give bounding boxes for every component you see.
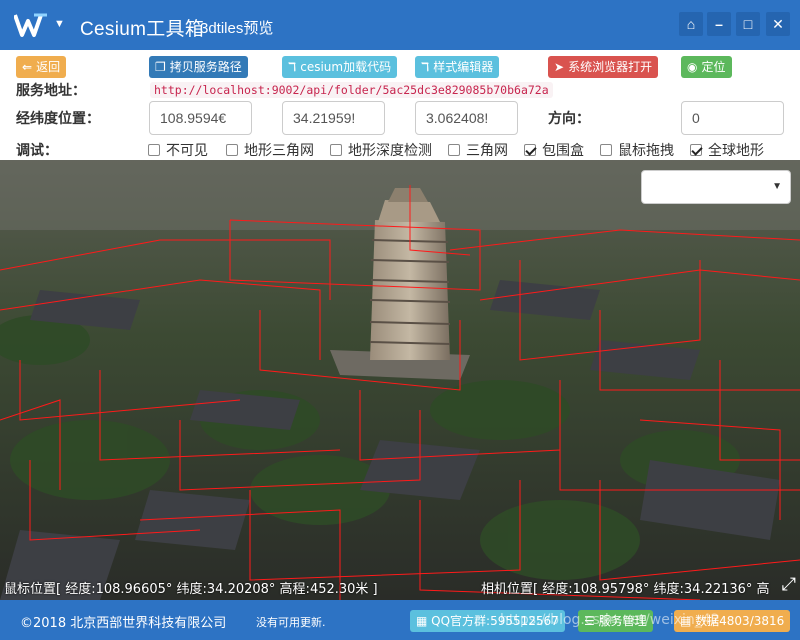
watermark: https://blog.csdn.net/weixin_42: [500, 612, 720, 628]
cesium-code-button[interactable]: ℸ cesium加载代码: [282, 56, 398, 78]
style-editor-button[interactable]: ℸ 样式编辑器: [415, 56, 500, 78]
send-icon: ➤: [554, 60, 565, 74]
target-icon: ◉: [687, 60, 698, 74]
update-status: 没有可用更新.: [256, 616, 326, 629]
menu-caret-icon[interactable]: ▼: [54, 18, 65, 30]
minimize-button[interactable]: –: [707, 12, 731, 36]
app-logo-icon[interactable]: [14, 11, 48, 39]
checkbox-box-checked[interactable]: [690, 144, 702, 156]
edit-icon: ℸ: [421, 60, 430, 74]
debug-wireframe-checkbox[interactable]: 三角网: [448, 140, 508, 160]
minimize-icon: –: [715, 16, 723, 32]
home-button[interactable]: ⌂: [679, 12, 703, 36]
chevron-down-icon: ▼: [772, 181, 782, 192]
heading-label: 方向：: [548, 111, 590, 127]
heading-input[interactable]: 0: [681, 101, 784, 135]
scene-canvas[interactable]: [0, 160, 800, 600]
debug-terrain-wireframe-checkbox[interactable]: 地形三角网: [226, 140, 314, 160]
height-input[interactable]: 3.062408!: [415, 101, 518, 135]
app-title: Cesium工具箱: [80, 19, 205, 40]
camera-position-readout: 相机位置[ 经度:108.95798° 纬度:34.22136° 高: [481, 582, 770, 597]
close-icon: ✕: [772, 16, 784, 32]
checkbox-box[interactable]: [600, 144, 612, 156]
footer-bar: ©2018 北京西部世界科技有限公司 没有可用更新. ▦ QQ官方群:59551…: [0, 600, 800, 640]
back-button[interactable]: ⇐ 返回: [16, 56, 67, 78]
fullscreen-icon[interactable]: ⤢: [782, 574, 796, 595]
service-label: 服务地址：: [16, 83, 86, 99]
home-icon: ⌂: [686, 16, 696, 32]
layer-select[interactable]: ▼: [641, 170, 791, 204]
longitude-input[interactable]: 108.9594€: [149, 101, 252, 135]
lonlat-label: 经纬度位置：: [16, 111, 100, 127]
locate-button[interactable]: ◉ 定位: [681, 56, 732, 78]
debug-label: 调试：: [16, 143, 58, 159]
open-browser-button[interactable]: ➤ 系统浏览器打开: [548, 56, 659, 78]
checkbox-box[interactable]: [148, 144, 160, 156]
maximize-icon: □: [743, 16, 753, 32]
copyright-text: ©2018 北京西部世界科技有限公司: [20, 616, 227, 631]
checkbox-box-checked[interactable]: [524, 144, 536, 156]
title-bar: ▼ Cesium工具箱 3dtiles预览 ⌂ – □ ✕: [0, 0, 800, 50]
copy-path-button[interactable]: ❐ 拷贝服务路径: [149, 56, 248, 78]
code-icon: ℸ: [288, 60, 297, 74]
cesium-3d-viewer[interactable]: ▼ 鼠标位置[ 经度:108.96605° 纬度:34.20208° 高程:45…: [0, 160, 800, 600]
checkbox-box[interactable]: [226, 144, 238, 156]
mouse-position-readout: 鼠标位置[ 经度:108.96605° 纬度:34.20208° 高程:452.…: [4, 582, 378, 597]
debug-global-terrain-checkbox[interactable]: 全球地形: [690, 140, 764, 160]
maximize-button[interactable]: □: [736, 12, 760, 36]
debug-bounding-box-checkbox[interactable]: 包围盒: [524, 140, 584, 160]
debug-mouse-drag-checkbox[interactable]: 鼠标拖拽: [600, 140, 674, 160]
checkbox-box[interactable]: [448, 144, 460, 156]
arrow-left-icon: ⇐: [22, 60, 33, 74]
close-button[interactable]: ✕: [766, 12, 790, 36]
app-subtitle: 3dtiles预览: [200, 20, 274, 37]
debug-invisible-checkbox[interactable]: 不可见: [148, 140, 208, 160]
latitude-input[interactable]: 34.21959!: [282, 101, 385, 135]
qrcode-icon: ▦: [416, 614, 432, 628]
checkbox-box[interactable]: [330, 144, 342, 156]
debug-terrain-depth-checkbox[interactable]: 地形深度检测: [330, 140, 432, 160]
copy-icon: ❐: [155, 60, 166, 74]
service-url: http://localhost:9002/api/folder/5ac25dc…: [150, 82, 553, 98]
